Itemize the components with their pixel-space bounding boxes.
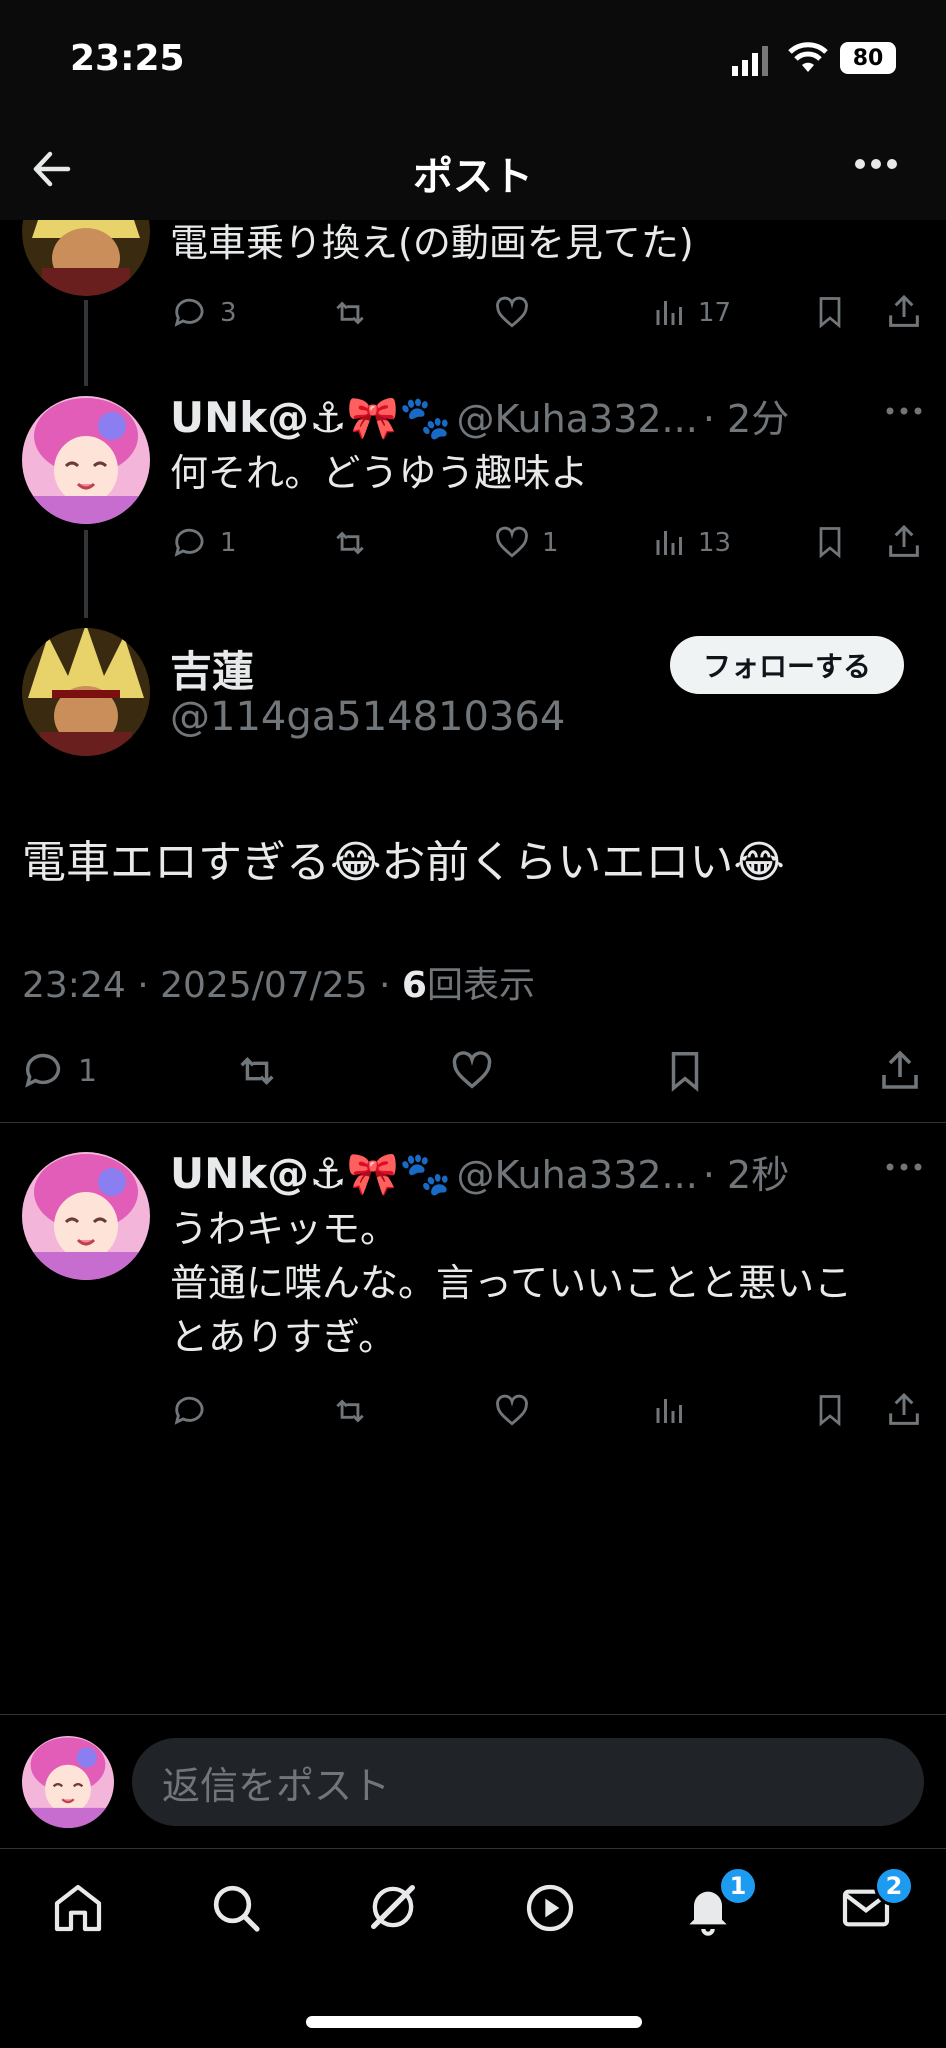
reply1-views-button[interactable]: 13 bbox=[652, 524, 731, 562]
reply2-time: · 2秒 bbox=[702, 1153, 790, 1197]
reply1-reply-button[interactable]: 1 bbox=[172, 524, 237, 562]
reply1-share-button[interactable] bbox=[884, 522, 924, 562]
avatar-unk-reply2[interactable] bbox=[22, 1152, 150, 1280]
follow-button[interactable]: フォローする bbox=[670, 636, 904, 694]
main-author-handle[interactable]: @114ga514810364 bbox=[170, 694, 565, 740]
thread-connector bbox=[84, 300, 88, 386]
prev-views-count: 17 bbox=[698, 298, 732, 328]
home-indicator bbox=[306, 2016, 642, 2028]
more-options-icon[interactable] bbox=[852, 150, 900, 182]
reply1-reply-count: 1 bbox=[220, 528, 237, 558]
page-title: ポスト bbox=[413, 154, 533, 200]
post-meta: 23:24 · 2025/07/25 · 6回表示 bbox=[22, 956, 535, 1008]
main-repost-button[interactable] bbox=[232, 1048, 282, 1094]
prev-views-button[interactable]: 17 bbox=[652, 294, 731, 332]
reply2-more-icon[interactable] bbox=[884, 1148, 924, 1188]
status-bar: 23:25 80 bbox=[0, 0, 946, 120]
notifications-badge-count: 1 bbox=[729, 1872, 747, 1900]
reply2-name[interactable]: UNk@⚓🎀🐾 bbox=[170, 1149, 451, 1198]
reply1-header: UNk@⚓🎀🐾 @Kuha332... · 2分 bbox=[170, 388, 789, 443]
main-reply-count: 1 bbox=[78, 1053, 98, 1089]
wifi-icon bbox=[788, 42, 828, 78]
post-timestamp: 23:24 · 2025/07/25 · bbox=[22, 965, 402, 1006]
reply2-reply-button[interactable] bbox=[172, 1392, 210, 1430]
search-icon[interactable] bbox=[208, 1880, 264, 1940]
notifications-badge: 1 bbox=[718, 1866, 758, 1906]
reply2-views-button[interactable] bbox=[652, 1392, 688, 1430]
main-reply-button[interactable]: 1 bbox=[22, 1048, 97, 1094]
reply1-repost-button[interactable] bbox=[330, 524, 370, 562]
signal-icon bbox=[732, 46, 772, 80]
post-views-count: 6 bbox=[401, 965, 427, 1006]
reply1-bookmark-button[interactable] bbox=[812, 522, 848, 562]
prev-repost-button[interactable] bbox=[330, 294, 370, 332]
messages-badge-count: 2 bbox=[885, 1872, 903, 1900]
prev-post-text: 電車乗り換え(の動画を見てた) bbox=[170, 221, 694, 265]
status-time: 23:25 bbox=[70, 38, 185, 79]
reply2-repost-button[interactable] bbox=[330, 1392, 370, 1430]
battery-level: 80 bbox=[852, 45, 884, 71]
reply1-views-count: 13 bbox=[698, 528, 732, 558]
main-like-button[interactable] bbox=[448, 1048, 496, 1094]
reply1-text: 何それ。どうゆう趣味よ bbox=[170, 451, 589, 495]
thread-connector bbox=[84, 530, 88, 618]
divider bbox=[0, 1848, 946, 1849]
reply2-share-button[interactable] bbox=[884, 1390, 924, 1430]
reply-input[interactable]: 返信をポスト bbox=[132, 1738, 924, 1826]
messages-badge: 2 bbox=[874, 1866, 914, 1906]
reply2-bookmark-button[interactable] bbox=[812, 1390, 848, 1430]
reply1-more-icon[interactable] bbox=[884, 392, 924, 432]
reply2-text: うわキッモ。 普通に喋んな。言っていいことと悪いこ とありすぎ。 bbox=[170, 1202, 852, 1364]
prev-reply-count: 3 bbox=[220, 298, 237, 328]
main-post-text: 電車エロすぎる😂お前くらいエロい😂 bbox=[22, 837, 785, 888]
reply1-like-button[interactable]: 1 bbox=[492, 524, 559, 562]
grok-icon[interactable] bbox=[364, 1878, 422, 1940]
main-share-button[interactable] bbox=[876, 1046, 924, 1096]
avatar-yoshiren[interactable] bbox=[22, 628, 150, 756]
reply2-header: UNk@⚓🎀🐾 @Kuha332... · 2秒 bbox=[170, 1144, 789, 1199]
follow-button-label: フォローする bbox=[702, 650, 871, 683]
reply2-like-button[interactable] bbox=[492, 1392, 532, 1430]
reply2-text-line1: うわキッモ。 bbox=[170, 1207, 399, 1251]
video-play-icon[interactable] bbox=[522, 1880, 578, 1940]
divider bbox=[0, 1714, 946, 1715]
reply2-text-line2: 普通に喋んな。言っていいことと悪いこ bbox=[170, 1261, 853, 1305]
reply1-time: · 2分 bbox=[702, 397, 790, 441]
reply2-handle[interactable]: @Kuha332... bbox=[457, 1153, 698, 1197]
divider bbox=[0, 1122, 946, 1123]
reply1-handle[interactable]: @Kuha332... bbox=[457, 397, 698, 441]
reply2-text-line3: とありすぎ。 bbox=[170, 1315, 397, 1359]
reply1-like-count: 1 bbox=[542, 528, 559, 558]
home-icon[interactable] bbox=[50, 1880, 106, 1940]
battery-icon: 80 bbox=[840, 42, 896, 74]
prev-reply-button[interactable]: 3 bbox=[172, 294, 237, 332]
prev-share-button[interactable] bbox=[884, 292, 924, 332]
post-views-label: 回表示 bbox=[426, 965, 535, 1006]
prev-bookmark-button[interactable] bbox=[812, 292, 848, 332]
avatar-unk-reply1[interactable] bbox=[22, 396, 150, 524]
main-bookmark-button[interactable] bbox=[662, 1046, 708, 1096]
composer-avatar[interactable] bbox=[22, 1736, 114, 1828]
reply1-name[interactable]: UNk@⚓🎀🐾 bbox=[170, 393, 451, 442]
main-author-name[interactable]: 吉蓮 bbox=[170, 638, 254, 699]
reply-input-placeholder: 返信をポスト bbox=[162, 1763, 391, 1808]
prev-like-button[interactable] bbox=[492, 294, 532, 332]
top-header: ポスト bbox=[0, 120, 946, 220]
